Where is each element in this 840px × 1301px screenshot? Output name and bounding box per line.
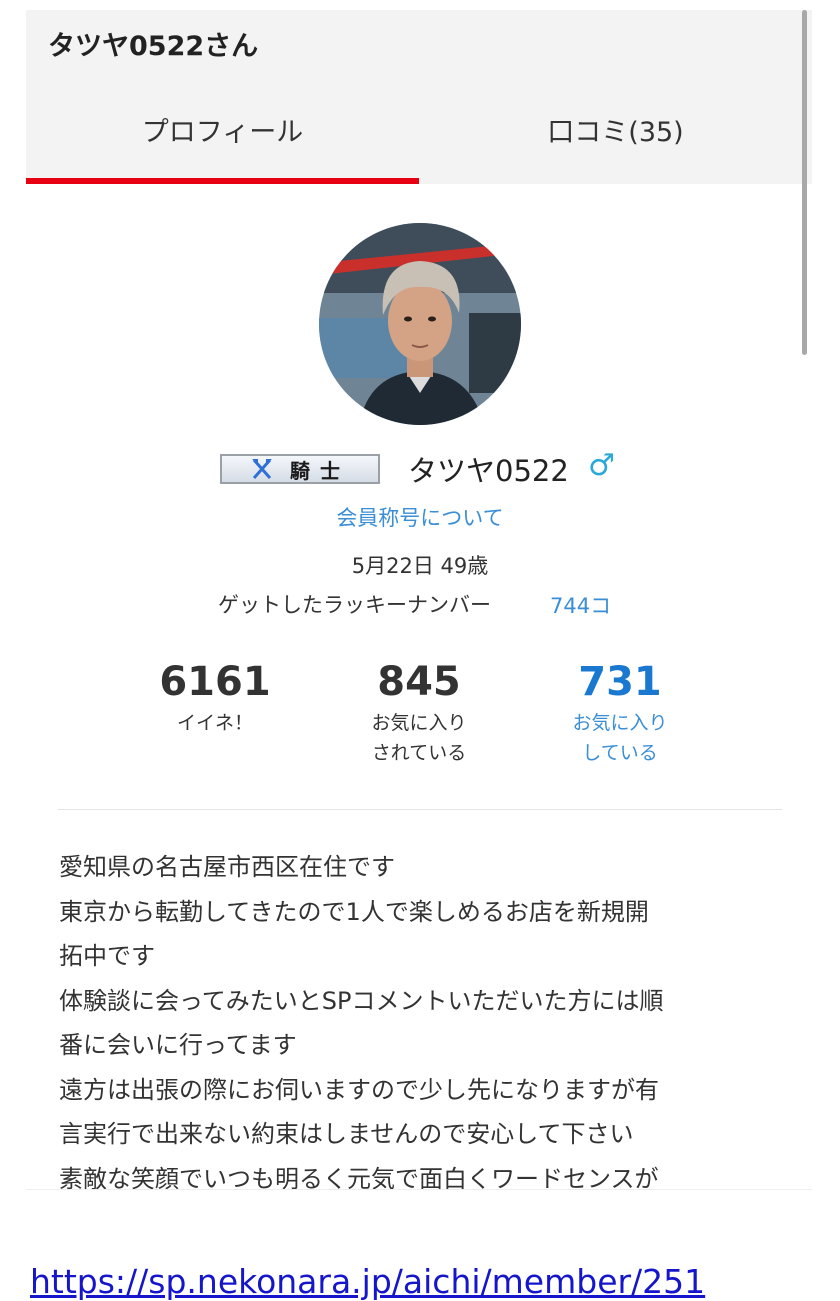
tab-bar: プロフィール 口コミ(35) [26, 74, 812, 184]
member-title-link[interactable]: 会員称号について [0, 502, 840, 532]
divider [58, 809, 782, 810]
bio-line: 体験談に会ってみたいとSPコメントいただいた方には順 [59, 986, 664, 1015]
card-bottom-edge [26, 1189, 812, 1190]
bio-line: 拓中です [59, 942, 155, 970]
bio-line: 遠方は出張の際にお伺いますので少し先になりますが有 [59, 1075, 659, 1104]
stat-likes: 6161 イイネ！ [115, 658, 315, 738]
likes-count: 6161 [159, 659, 271, 705]
rank-badge: 騎士 [220, 454, 380, 484]
favoriting-label-1[interactable]: お気に入り [520, 708, 720, 738]
likes-label: イイネ！ [176, 712, 253, 734]
stat-favoriting[interactable]: 731 お気に入り している [520, 658, 720, 768]
scrollbar[interactable] [802, 10, 807, 355]
member-name-row: 騎士 タツヤ0522 ♂ [0, 448, 840, 488]
lucky-number-label: ゲットしたラッキーナンバー [218, 593, 491, 617]
tab-profile[interactable]: プロフィール [26, 74, 419, 184]
bio-line: 素敵な笑顔でいつも明るく元気で面白くワードセンスが [59, 1164, 659, 1191]
page-title: タツヤ0522さん [48, 31, 259, 62]
favorited-by-count: 845 [377, 659, 461, 705]
profile-url-link[interactable]: https://sp.nekonara.jp/aichi/member/251 [30, 1262, 705, 1301]
member-name: タツヤ0522 [408, 454, 569, 488]
favorited-by-label-2: されている [371, 742, 467, 764]
bio-line: 言実行で出来ない約束はしませんので安心して下さい [59, 1120, 634, 1148]
rank-label: 騎士 [290, 458, 350, 483]
bio-line: 愛知県の名古屋市西区在住です [59, 853, 395, 881]
stat-favorited-by: 845 お気に入り されている [319, 658, 519, 768]
male-icon: ♂ [588, 448, 615, 483]
crossed-axes-icon [252, 459, 272, 479]
bio-line: 東京から転勤してきたので1人で楽しめるお店を新規開 [59, 897, 649, 926]
active-tab-indicator [26, 178, 419, 184]
avatar [319, 223, 521, 425]
tab-reviews[interactable]: 口コミ(35) [419, 74, 812, 184]
profile-bio: 愛知県の名古屋市西区在住です 東京から転勤してきたので1人で楽しめるお店を新規開… [59, 845, 789, 1190]
favoriting-count[interactable]: 731 [520, 658, 720, 706]
card-header: タツヤ0522さん [26, 10, 812, 74]
lucky-number-count[interactable]: 744コ [550, 590, 611, 620]
favorited-by-label-1: お気に入り [371, 712, 467, 734]
favoriting-label-2[interactable]: している [520, 738, 720, 768]
bio-line: 番に会いに行ってます [59, 1031, 297, 1059]
birthday-age: 5月22日 49歳 [351, 554, 489, 578]
avatar-image [319, 223, 521, 425]
